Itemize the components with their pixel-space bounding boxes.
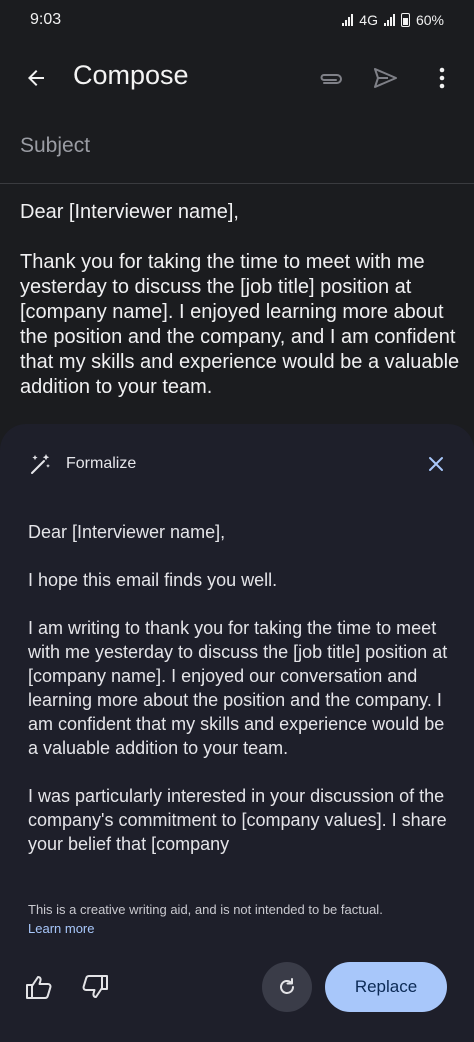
status-time: 9:03 — [30, 11, 62, 28]
wifi-signal-icon — [342, 14, 354, 26]
arrow-left-icon — [28, 70, 44, 86]
close-icon — [429, 457, 443, 471]
draft-paragraph: Thank you for taking the time to meet wi… — [20, 251, 460, 398]
close-button[interactable] — [424, 452, 448, 476]
battery-percent: 60% — [415, 12, 444, 28]
thumbs-up-icon — [26, 976, 52, 999]
paperclip-icon — [320, 74, 342, 84]
status-bar: 9:03 4G 60% — [0, 0, 474, 40]
suggestion-paragraph-2: I am writing to thank you for taking the… — [28, 618, 448, 758]
suggestion-text: Dear [Interviewer name], I hope this ema… — [28, 520, 448, 876]
subject-field[interactable]: Subject — [20, 134, 90, 158]
more-vert-icon — [439, 67, 445, 89]
divider — [0, 183, 474, 184]
suggestion-greeting: Dear [Interviewer name], — [28, 522, 226, 542]
thumbs-up-button[interactable] — [22, 970, 56, 1004]
thumbs-down-button[interactable] — [78, 970, 112, 1004]
send-button[interactable] — [367, 60, 403, 96]
suggestion-paragraph-3: I was particularly interested in your di… — [28, 786, 447, 854]
magic-wand-icon — [31, 454, 50, 474]
regenerate-button[interactable] — [262, 962, 312, 1012]
learn-more-link[interactable]: Learn more — [28, 921, 94, 936]
app-bar: Compose — [0, 48, 474, 108]
battery-icon — [400, 13, 410, 27]
more-options-button[interactable] — [424, 60, 460, 96]
attach-button[interactable] — [312, 60, 348, 96]
status-icons: 4G 60% — [342, 12, 444, 28]
sheet-header: Formalize — [28, 452, 136, 476]
replace-button[interactable]: Replace — [325, 962, 447, 1012]
cell-signal-icon — [383, 14, 395, 26]
page-title: Compose — [73, 60, 189, 90]
suggestion-paragraph-1: I hope this email finds you well. — [28, 570, 278, 590]
draft-greeting: Dear [Interviewer name], — [20, 201, 239, 223]
network-type: 4G — [359, 12, 378, 28]
refresh-icon — [280, 978, 294, 994]
back-button[interactable] — [18, 60, 54, 96]
disclaimer-text: This is a creative writing aid, and is n… — [28, 902, 383, 917]
email-body[interactable]: Dear [Interviewer name], Thank you for t… — [20, 200, 460, 425]
formalize-sheet: Formalize Dear [Interviewer name], I hop… — [0, 424, 474, 1042]
sheet-title: Formalize — [66, 455, 137, 472]
send-icon — [374, 68, 397, 88]
thumbs-down-icon — [82, 975, 108, 998]
